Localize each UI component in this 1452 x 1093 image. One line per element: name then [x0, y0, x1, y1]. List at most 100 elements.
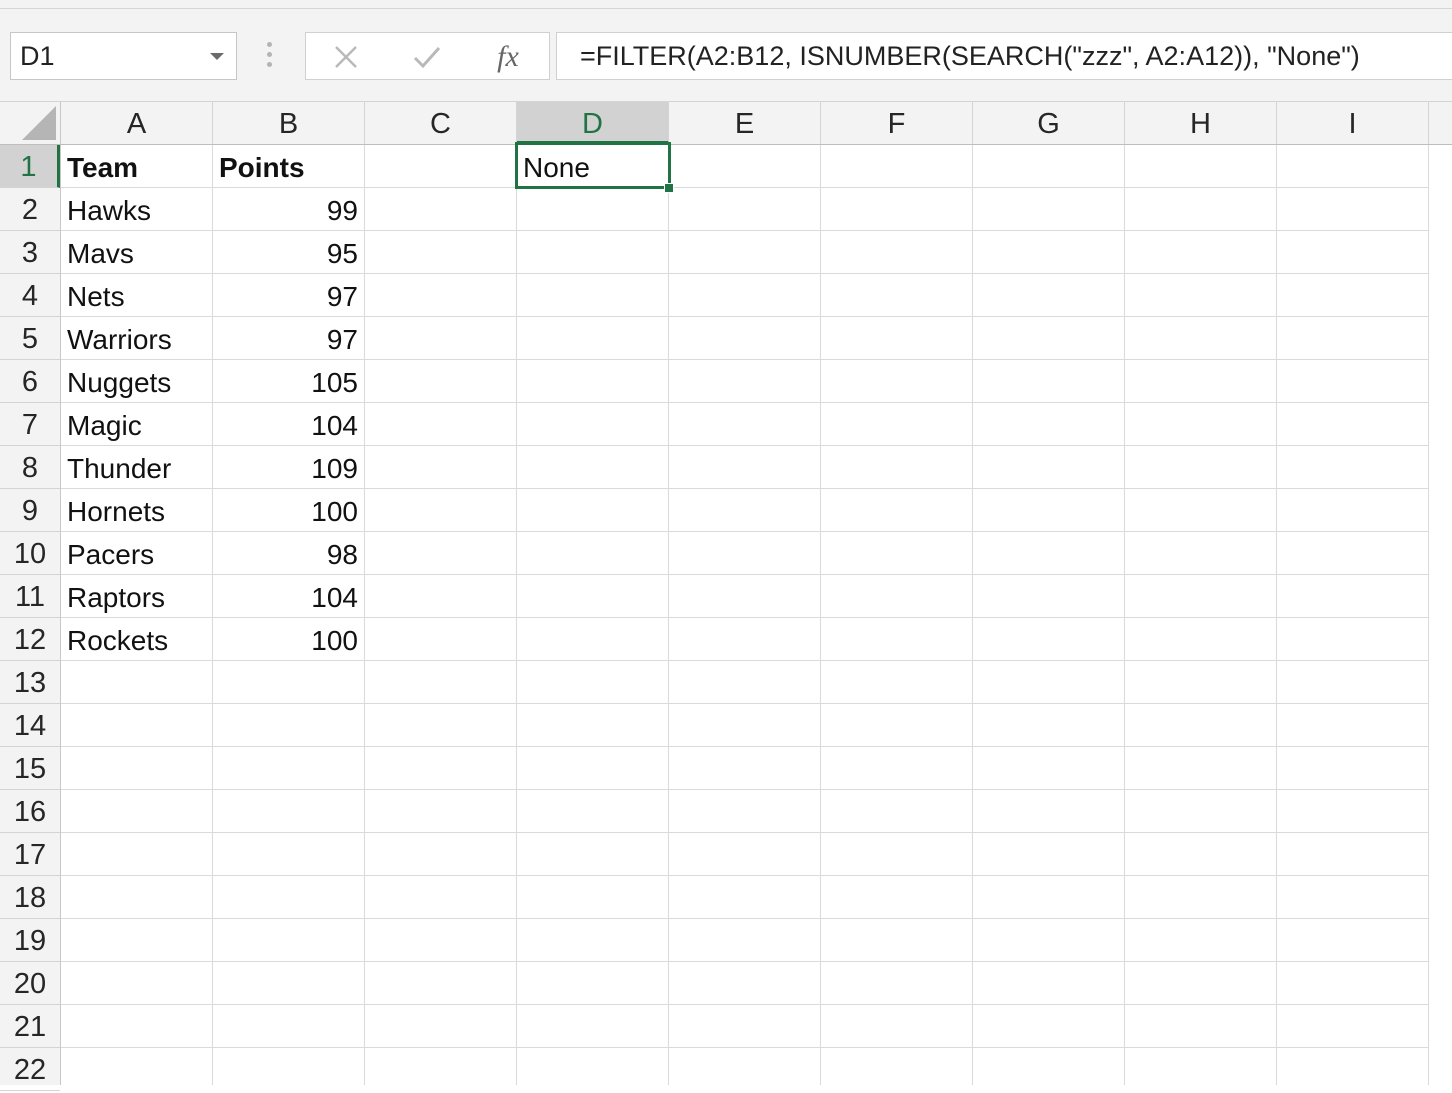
cell-h11[interactable] — [1125, 575, 1277, 618]
cell-f17[interactable] — [821, 833, 973, 876]
cell-d8[interactable] — [517, 446, 669, 489]
cell-f6[interactable] — [821, 360, 973, 403]
cell-d16[interactable] — [517, 790, 669, 833]
cell-e21[interactable] — [669, 1005, 821, 1048]
cell-g6[interactable] — [973, 360, 1125, 403]
cell-e16[interactable] — [669, 790, 821, 833]
row-header-16[interactable]: 16 — [0, 790, 60, 833]
cell-a11[interactable]: Raptors — [61, 575, 213, 618]
cell-f13[interactable] — [821, 661, 973, 704]
cell-d20[interactable] — [517, 962, 669, 1005]
cell-d11[interactable] — [517, 575, 669, 618]
cell-f18[interactable] — [821, 876, 973, 919]
cell-g10[interactable] — [973, 532, 1125, 575]
cell-e12[interactable] — [669, 618, 821, 661]
cell-i19[interactable] — [1277, 919, 1429, 962]
cell-b10[interactable]: 98 — [213, 532, 365, 575]
cell-h21[interactable] — [1125, 1005, 1277, 1048]
cell-h14[interactable] — [1125, 704, 1277, 747]
column-header-c[interactable]: C — [365, 102, 517, 144]
cell-a22[interactable] — [61, 1048, 213, 1085]
cell-d19[interactable] — [517, 919, 669, 962]
cell-d21[interactable] — [517, 1005, 669, 1048]
cell-g16[interactable] — [973, 790, 1125, 833]
cell-g12[interactable] — [973, 618, 1125, 661]
cell-b15[interactable] — [213, 747, 365, 790]
cell-b16[interactable] — [213, 790, 365, 833]
cell-i22[interactable] — [1277, 1048, 1429, 1085]
cell-i18[interactable] — [1277, 876, 1429, 919]
cell-c6[interactable] — [365, 360, 517, 403]
cell-f2[interactable] — [821, 188, 973, 231]
cell-a14[interactable] — [61, 704, 213, 747]
cell-f22[interactable] — [821, 1048, 973, 1085]
cell-h10[interactable] — [1125, 532, 1277, 575]
cancel-button[interactable] — [328, 39, 364, 75]
cell-b6[interactable]: 105 — [213, 360, 365, 403]
column-header-e[interactable]: E — [669, 102, 821, 144]
cell-i17[interactable] — [1277, 833, 1429, 876]
cell-g3[interactable] — [973, 231, 1125, 274]
cell-g17[interactable] — [973, 833, 1125, 876]
cell-h5[interactable] — [1125, 317, 1277, 360]
cell-c22[interactable] — [365, 1048, 517, 1085]
insert-function-button[interactable]: fx — [490, 39, 526, 75]
cell-e10[interactable] — [669, 532, 821, 575]
cell-a8[interactable]: Thunder — [61, 446, 213, 489]
cell-d13[interactable] — [517, 661, 669, 704]
cell-d1[interactable]: None — [517, 145, 669, 188]
row-header-21[interactable]: 21 — [0, 1005, 60, 1048]
row-header-1[interactable]: 1 — [0, 145, 60, 188]
cell-c10[interactable] — [365, 532, 517, 575]
cell-f12[interactable] — [821, 618, 973, 661]
cell-c13[interactable] — [365, 661, 517, 704]
cell-b18[interactable] — [213, 876, 365, 919]
cell-e3[interactable] — [669, 231, 821, 274]
cell-a18[interactable] — [61, 876, 213, 919]
cell-c12[interactable] — [365, 618, 517, 661]
cell-i15[interactable] — [1277, 747, 1429, 790]
cell-e5[interactable] — [669, 317, 821, 360]
cell-d4[interactable] — [517, 274, 669, 317]
cell-b5[interactable]: 97 — [213, 317, 365, 360]
drag-handle-icon[interactable] — [267, 42, 273, 70]
cell-f11[interactable] — [821, 575, 973, 618]
cell-f20[interactable] — [821, 962, 973, 1005]
cell-i14[interactable] — [1277, 704, 1429, 747]
cell-d7[interactable] — [517, 403, 669, 446]
cell-c11[interactable] — [365, 575, 517, 618]
cell-e7[interactable] — [669, 403, 821, 446]
cell-i8[interactable] — [1277, 446, 1429, 489]
cell-h15[interactable] — [1125, 747, 1277, 790]
enter-button[interactable] — [409, 39, 445, 75]
cell-b7[interactable]: 104 — [213, 403, 365, 446]
cell-b21[interactable] — [213, 1005, 365, 1048]
cell-e2[interactable] — [669, 188, 821, 231]
cell-f21[interactable] — [821, 1005, 973, 1048]
cell-e18[interactable] — [669, 876, 821, 919]
cell-c4[interactable] — [365, 274, 517, 317]
row-header-13[interactable]: 13 — [0, 661, 60, 704]
cell-h3[interactable] — [1125, 231, 1277, 274]
cell-e13[interactable] — [669, 661, 821, 704]
cell-a3[interactable]: Mavs — [61, 231, 213, 274]
column-header-a[interactable]: A — [61, 102, 213, 144]
cell-a6[interactable]: Nuggets — [61, 360, 213, 403]
cell-f5[interactable] — [821, 317, 973, 360]
cell-e17[interactable] — [669, 833, 821, 876]
cell-h4[interactable] — [1125, 274, 1277, 317]
cell-e8[interactable] — [669, 446, 821, 489]
cell-b22[interactable] — [213, 1048, 365, 1085]
row-header-15[interactable]: 15 — [0, 747, 60, 790]
cell-e14[interactable] — [669, 704, 821, 747]
cell-g22[interactable] — [973, 1048, 1125, 1085]
cell-d2[interactable] — [517, 188, 669, 231]
row-header-3[interactable]: 3 — [0, 231, 60, 274]
cell-b14[interactable] — [213, 704, 365, 747]
cell-c1[interactable] — [365, 145, 517, 188]
cell-a12[interactable]: Rockets — [61, 618, 213, 661]
row-header-11[interactable]: 11 — [0, 575, 60, 618]
cell-c2[interactable] — [365, 188, 517, 231]
cell-e9[interactable] — [669, 489, 821, 532]
cell-i7[interactable] — [1277, 403, 1429, 446]
